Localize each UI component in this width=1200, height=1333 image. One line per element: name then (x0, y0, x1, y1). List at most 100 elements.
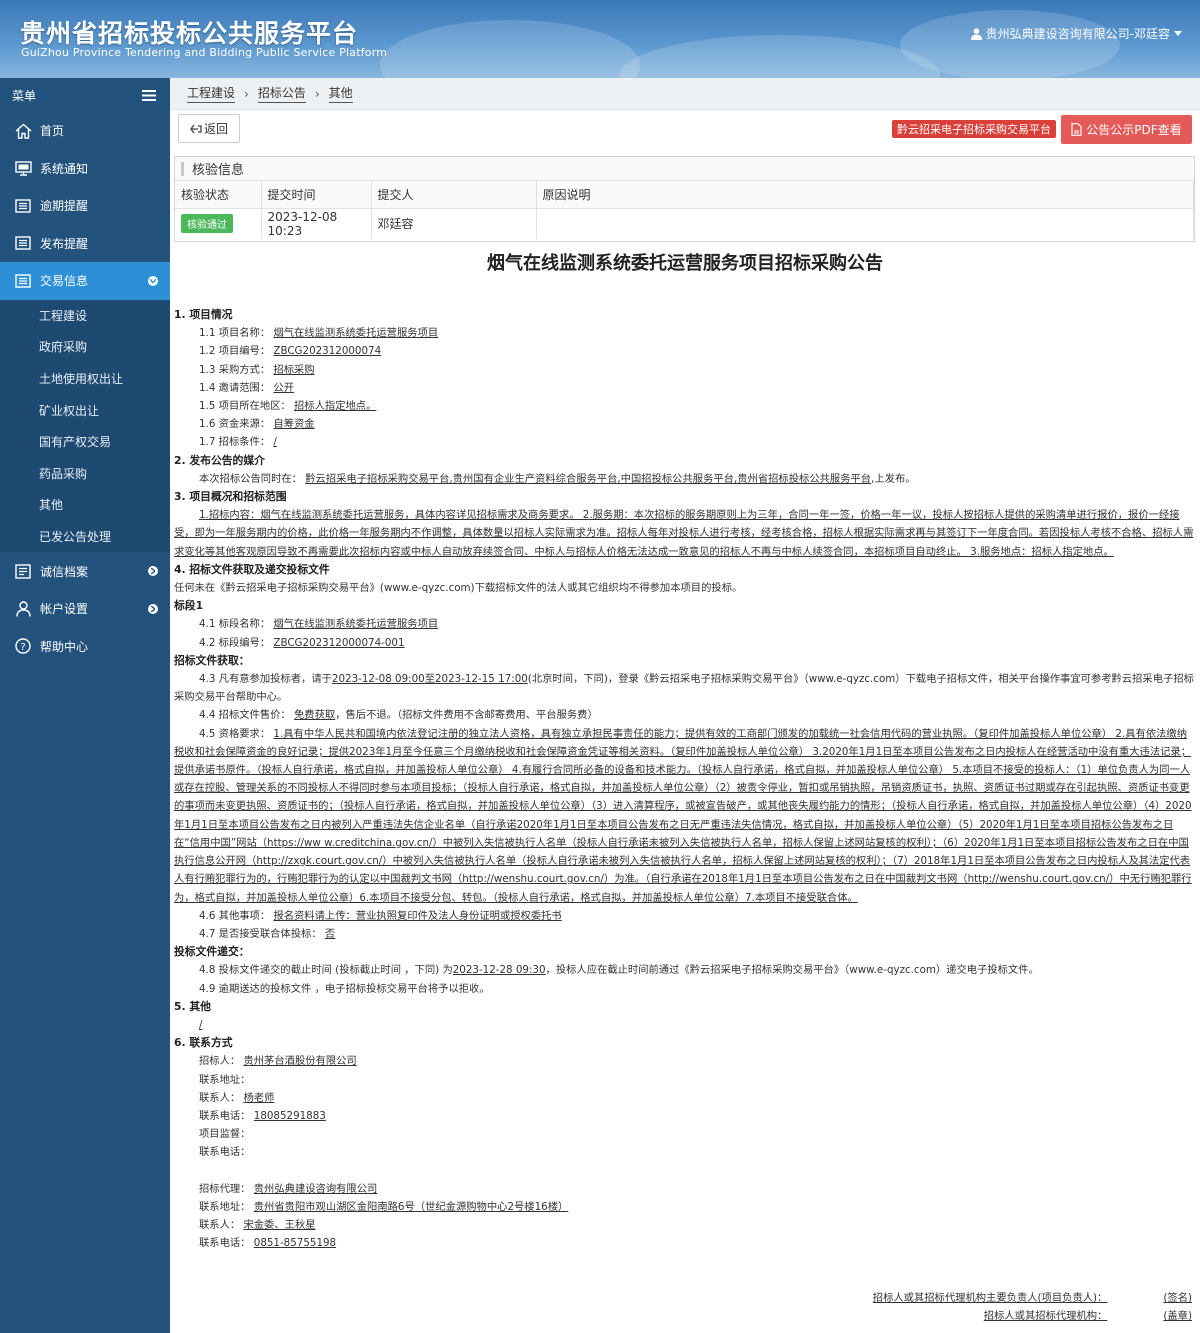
sidebar-sub-land[interactable]: 土地使用权出让 (0, 362, 170, 395)
breadcrumb-item[interactable]: 工程建设 (187, 84, 236, 103)
field-value: 0851-85755198 (253, 1237, 337, 1250)
field-value: / (199, 1018, 203, 1031)
field-value: 2023-12-08 09:00至2023-12-15 17:00 (331, 673, 528, 686)
sidebar-item-publish[interactable]: 发布提醒 (0, 225, 170, 263)
seal-line: 招标人或其招标代理机构： (盖章) (174, 1307, 1196, 1325)
list-icon (14, 234, 32, 252)
help-icon: ? (14, 637, 32, 655)
media-row: 本次招标公告同时在： 黔云招采电子招标采购交易平台,贵州国有企业生产资料综合服务… (174, 470, 1196, 488)
field-value: 1.具有中华人民共和国境内依法登记注册的独立法人资格，具有独立承担民事责任的能力… (174, 727, 1192, 904)
user-name: 贵州弘典建设咨询有限公司-邓廷容 (985, 27, 1170, 41)
sidebar-item-trade-info[interactable]: 交易信息 (0, 262, 170, 300)
table-header-row: 核验状态 提交时间 提交人 原因说明 (175, 181, 1194, 209)
field-value: 2023-12-28 09:30 (452, 964, 546, 977)
submitter: 邓廷容 (371, 208, 537, 239)
sidebar-sub-state-assets[interactable]: 国有产权交易 (0, 425, 170, 458)
sidebar-item-label: 帐户设置 (40, 602, 89, 616)
sidebar-item-account[interactable]: 帐户设置 (0, 590, 170, 628)
project-overview-text: 1.招标内容：烟气在线监测系统委托运营服务，具体内容详见招标需求及商务要求。 2… (174, 509, 1194, 558)
sidebar-sub-engineering[interactable]: 工程建设 (0, 299, 170, 332)
list-icon (14, 197, 32, 215)
field-label: 联系电话： (199, 1146, 251, 1159)
download-notice: 任何未在《黔云招采电子招标采购交易平台》(www.e-qyzc.com)下载招标… (174, 582, 743, 595)
segment-name-row: 4.1 标段名称： 烟气在线监测系统委托运营服务项目 (174, 615, 1196, 633)
list-icon (14, 272, 32, 290)
subsection-heading: 投标文件递交： (174, 945, 250, 959)
section-heading: 2. 发布公告的媒介 (174, 453, 265, 467)
caret-down-icon (1174, 31, 1182, 36)
breadcrumb-item[interactable]: 其他 (328, 84, 353, 103)
pdf-button-label: 公告公示PDF查看 (1086, 123, 1182, 137)
field-label: 1.7 招标条件： (199, 436, 271, 449)
field-label: 4.4 招标文件售价： (199, 709, 291, 722)
status-cell: 核验通过 (175, 208, 262, 239)
field-label: 1.3 采购方式： (199, 363, 271, 376)
qualification-text: 4.5 资格要求： 1.具有中华人民共和国境内依法登记注册的独立法人资格，具有独… (174, 725, 1196, 907)
sidebar-item-label: 帮助中心 (40, 639, 89, 654)
field-value: 免费获取 (294, 709, 336, 722)
procurement-method-row: 1.3 采购方式： 招标采购 (174, 361, 1196, 379)
sidebar-item-label: 首页 (40, 124, 65, 139)
field-value: 招标采购 (273, 363, 315, 376)
sidebar-item-credit[interactable]: 诚信档案 (0, 552, 170, 590)
sidebar-sub-drugs[interactable]: 药品采购 (0, 457, 170, 490)
sidebar-item-notice[interactable]: 系统通知 (0, 150, 170, 188)
sidebar-sub-mining[interactable]: 矿业权出让 (0, 394, 170, 426)
user-icon (970, 27, 982, 40)
back-button[interactable]: 返回 (178, 114, 240, 143)
agency-row: 招标代理： 贵州弘典建设咨询有限公司 (174, 1180, 1196, 1198)
announcement-title: 烟气在线监测系统委托运营服务项目招标采购公告 (487, 253, 883, 274)
sidebar-sub-gov-procurement[interactable]: 政府采购 (0, 331, 170, 363)
section-heading: 3. 项目概况和招标范围 (174, 490, 287, 504)
sidebar-menu-header: 菜单 (0, 78, 170, 112)
field-value: ZBCG202312000074-001 (273, 636, 405, 649)
field-value: 杨老师 (243, 1091, 275, 1104)
sidebar-sub-published[interactable]: 已发公告处理 (0, 520, 170, 553)
pdf-icon (1071, 123, 1082, 136)
home-icon (14, 122, 32, 140)
field-value: 烟气在线监测系统委托运营服务项目 (273, 327, 439, 340)
section-heading: 1. 项目情况 (174, 308, 233, 321)
user-icon (14, 600, 32, 618)
monitor-icon (14, 159, 32, 177)
sidebar-item-label: 逾期提醒 (40, 199, 89, 214)
field-value: 18085291883 (253, 1109, 326, 1122)
signature-suffix: (签名) (1163, 1291, 1192, 1304)
chevron-down-icon (148, 275, 158, 286)
field-label: 4.8 投标文件递交的截止时间 (投标截止时间 ，下同) 为 (199, 964, 453, 977)
platform-title: 贵州省招标投标公共服务平台 (20, 19, 359, 48)
sidebar-item-home[interactable]: 首页 (0, 112, 170, 150)
sidebar-item-overdue[interactable]: 逾期提醒 (0, 187, 170, 225)
field-suffix: ,上发布。 (871, 472, 916, 485)
panel-marker (181, 161, 184, 176)
user-menu[interactable]: 贵州弘典建设咨询有限公司-邓廷容 (970, 25, 1182, 42)
field-suffix: ，投标人应在截止时间前通过《黔云招采电子招标采购交易平台》（www.e-qyzc… (545, 964, 1039, 977)
column-header: 核验状态 (175, 181, 262, 209)
tenderer-row: 招标人： 贵州茅台酒股份有限公司 (174, 1052, 1196, 1070)
fund-source-row: 1.6 资金来源： 自筹资金 (174, 415, 1196, 433)
column-header: 提交时间 (261, 181, 372, 209)
field-label: 1.5 项目所在地区： (199, 400, 291, 413)
field-value: 贵州茅台酒股份有限公司 (243, 1055, 357, 1068)
back-icon (190, 124, 202, 133)
verify-title: 核验信息 (192, 163, 245, 178)
field-label: 联系地址： (199, 1073, 251, 1086)
sidebar-item-help[interactable]: ? 帮助中心 (0, 627, 170, 665)
other-row: / (174, 1016, 1196, 1034)
tender-condition-row: 1.7 招标条件： / (174, 433, 1196, 451)
breadcrumb-item[interactable]: 招标公告 (257, 84, 306, 103)
field-label: 4.7 是否接受联合体投标： (199, 927, 322, 940)
project-name-row: 1.1 项目名称： 烟气在线监测系统委托运营服务项目 (174, 324, 1196, 342)
pdf-view-button[interactable]: 公告公示PDF查看 (1061, 115, 1192, 144)
field-value: ZBCG202312000074 (273, 345, 382, 358)
document-icon (14, 562, 32, 580)
sidebar-sub-other[interactable]: 其他 (0, 489, 170, 521)
svg-text:?: ? (20, 642, 25, 653)
hamburger-icon[interactable] (142, 89, 156, 101)
project-location-row: 1.5 项目所在地区： 招标人指定地点。 (174, 397, 1196, 415)
invite-scope-row: 1.4 邀请范围： 公开 (174, 379, 1196, 397)
obtain-time-text: 4.3 凡有意参加投标者，请于2023-12-08 09:00至2023-12-… (174, 670, 1196, 706)
field-label: 联系电话： (199, 1109, 251, 1122)
